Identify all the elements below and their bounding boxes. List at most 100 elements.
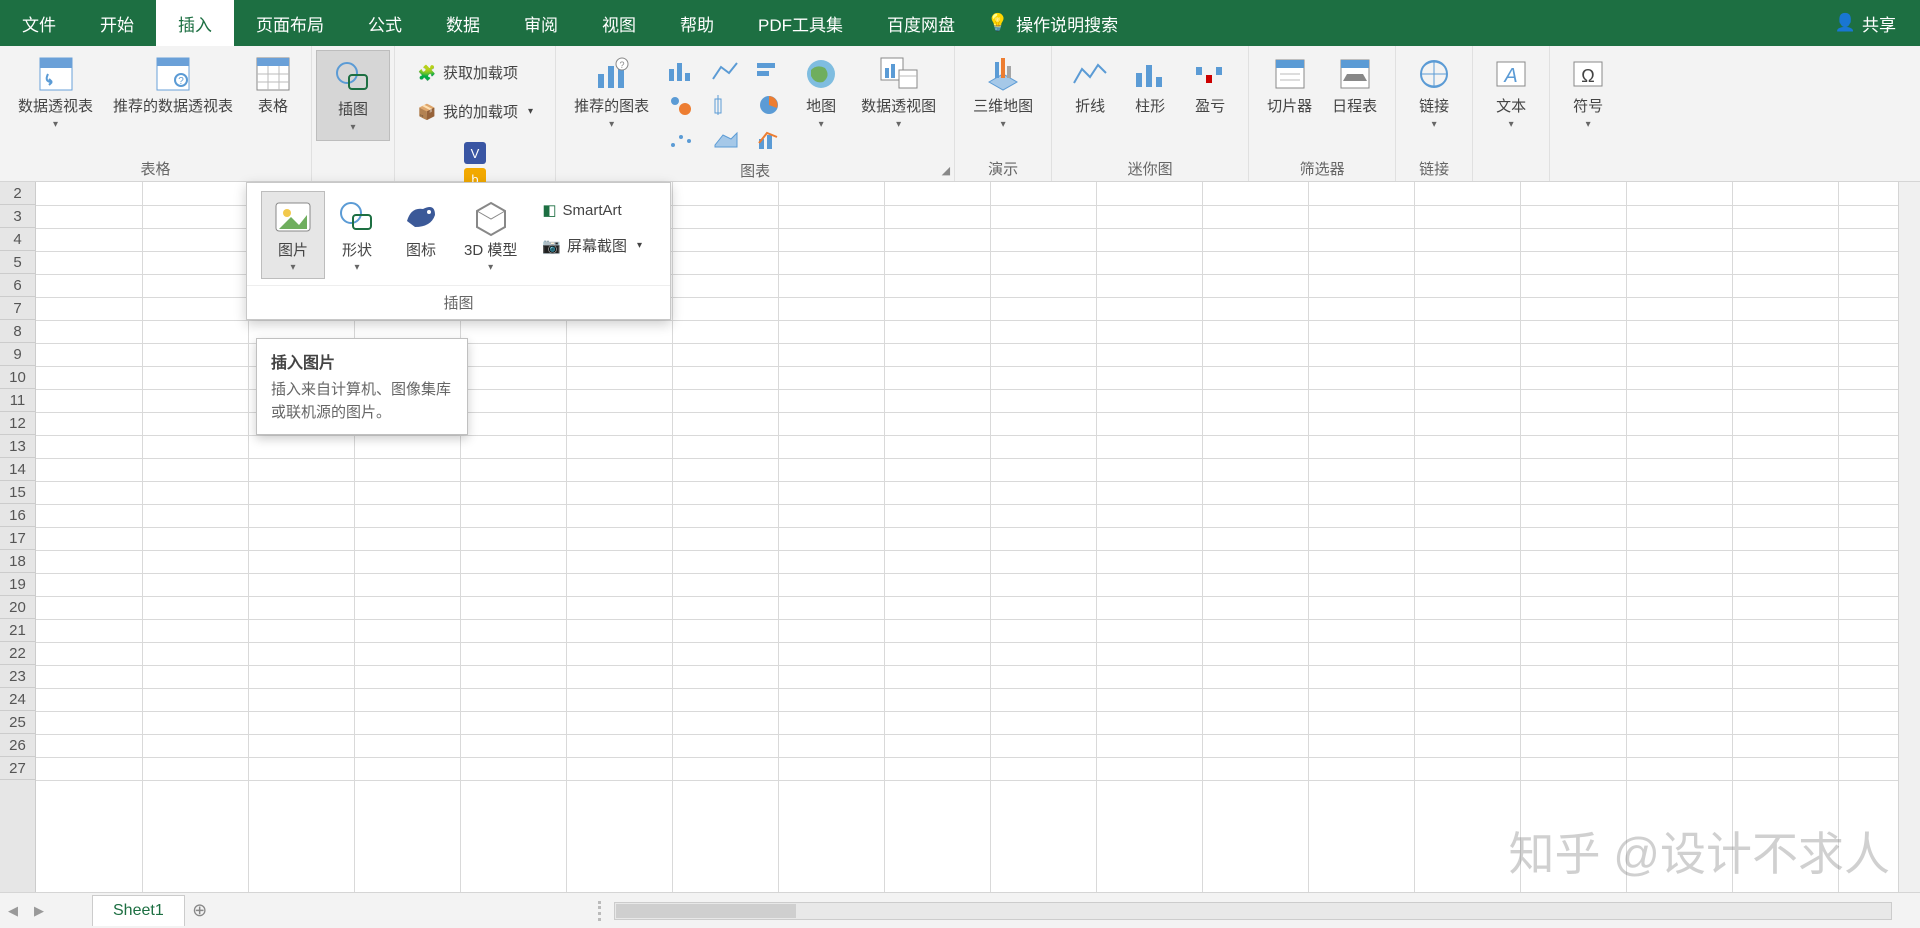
omega-icon: Ω — [1568, 54, 1608, 94]
textbox-icon: A — [1491, 54, 1531, 94]
tab-view[interactable]: 视图 — [580, 0, 658, 46]
row-header[interactable]: 21 — [0, 619, 35, 642]
maps-button[interactable]: 地图 — [791, 50, 851, 131]
sheet-tab-bar: ◀ ▶ Sheet1 ⊕ — [0, 892, 1920, 928]
sheet-nav-prev[interactable]: ◀ — [0, 903, 26, 919]
chart-statistic-button[interactable] — [703, 88, 747, 122]
picture-icon — [272, 196, 314, 238]
row-header[interactable]: 7 — [0, 297, 35, 320]
tab-formula[interactable]: 公式 — [346, 0, 424, 46]
chart-pie-button[interactable] — [747, 88, 791, 122]
table-button[interactable]: 表格 — [243, 50, 303, 117]
fly-icons-label: 图标 — [406, 242, 436, 260]
tab-help[interactable]: 帮助 — [658, 0, 736, 46]
pivot-label: 数据透视表 — [18, 98, 93, 117]
get-addins-button[interactable]: 🧩获取加载项 — [409, 58, 526, 87]
row-header[interactable]: 14 — [0, 458, 35, 481]
recpivot-label: 推荐的数据透视表 — [113, 98, 233, 117]
row-header[interactable]: 26 — [0, 734, 35, 757]
row-header[interactable]: 24 — [0, 688, 35, 711]
row-header[interactable]: 11 — [0, 389, 35, 412]
vertical-scrollbar[interactable] — [1898, 182, 1920, 892]
recommended-charts-button[interactable]: ? 推荐的图表 — [564, 50, 659, 131]
my-addins-button[interactable]: 📦我的加载项▾ — [409, 97, 541, 126]
slicer-button[interactable]: 切片器 — [1257, 50, 1322, 117]
tooltip-body: 插入来自计算机、图像集库或联机源的图片。 — [271, 379, 453, 424]
chart-combo-button[interactable] — [747, 122, 791, 156]
link-button[interactable]: 链接 — [1404, 50, 1464, 131]
pivot-table-button[interactable]: 数据透视表 — [8, 50, 103, 131]
row-header[interactable]: 10 — [0, 366, 35, 389]
tell-me-search[interactable]: 💡 操作说明搜索 — [987, 0, 1118, 46]
row-header[interactable]: 22 — [0, 642, 35, 665]
tab-review[interactable]: 审阅 — [502, 0, 580, 46]
group-charts-label: 图表 — [564, 156, 946, 183]
row-header[interactable]: 15 — [0, 481, 35, 504]
group-sparklines-label: 迷你图 — [1060, 154, 1240, 181]
row-header[interactable]: 12 — [0, 412, 35, 435]
tab-layout[interactable]: 页面布局 — [234, 0, 346, 46]
smartart-button[interactable]: ◧SmartArt — [536, 197, 648, 223]
row-header[interactable]: 3 — [0, 205, 35, 228]
group-illustrations: 插图 — [312, 46, 395, 181]
row-header[interactable]: 17 — [0, 527, 35, 550]
map-icon — [801, 54, 841, 94]
row-header[interactable]: 13 — [0, 435, 35, 458]
row-header[interactable]: 19 — [0, 573, 35, 596]
timeline-button[interactable]: 日程表 — [1322, 50, 1387, 117]
row-header[interactable]: 18 — [0, 550, 35, 573]
tab-baidu[interactable]: 百度网盘 — [865, 0, 977, 46]
horizontal-scrollbar[interactable] — [614, 902, 1892, 920]
row-header[interactable]: 27 — [0, 757, 35, 780]
illustrations-button[interactable]: 插图 — [316, 50, 390, 141]
sparkline-column-button[interactable]: 柱形 — [1120, 50, 1180, 117]
tab-pdf[interactable]: PDF工具集 — [736, 0, 865, 46]
chart-hierarchy-button[interactable] — [659, 88, 703, 122]
insert-picture-button[interactable]: 图片 — [261, 191, 325, 279]
sheet-nav-next[interactable]: ▶ — [26, 903, 52, 919]
screenshot-button[interactable]: 📷屏幕截图▾ — [536, 231, 648, 260]
chart-line-button[interactable] — [703, 54, 747, 88]
row-header[interactable]: 2 — [0, 182, 35, 205]
sparkline-winloss-button[interactable]: 盈亏 — [1180, 50, 1240, 117]
symbol-button[interactable]: Ω 符号 — [1558, 50, 1618, 131]
rec-charts-label: 推荐的图表 — [574, 98, 649, 117]
tab-file[interactable]: 文件 — [0, 0, 78, 46]
tab-insert[interactable]: 插入 — [156, 0, 234, 46]
chart-column-button[interactable] — [659, 54, 703, 88]
text-button[interactable]: A文本 — [1481, 50, 1541, 131]
group-symbols: Ω 符号 — [1550, 46, 1626, 181]
icons-button[interactable]: 图标 — [389, 191, 453, 279]
timeline-icon — [1335, 54, 1375, 94]
visio-icon[interactable]: V — [464, 142, 486, 164]
row-header[interactable]: 16 — [0, 504, 35, 527]
chart-surface-button[interactable] — [703, 122, 747, 156]
recommended-pivot-button[interactable]: ? 推荐的数据透视表 — [103, 50, 243, 117]
row-header[interactable]: 20 — [0, 596, 35, 619]
sheet-tab-active[interactable]: Sheet1 — [92, 895, 185, 926]
3d-map-button[interactable]: 三维地图 — [963, 50, 1043, 131]
row-header[interactable]: 4 — [0, 228, 35, 251]
chart-scatter-button[interactable] — [659, 122, 703, 156]
symbol-label: 符号 — [1573, 98, 1603, 117]
tab-home[interactable]: 开始 — [78, 0, 156, 46]
pivot-chart-label: 数据透视图 — [861, 98, 936, 117]
pivot-chart-button[interactable]: 数据透视图 — [851, 50, 946, 131]
sparkline-line-button[interactable]: 折线 — [1060, 50, 1120, 117]
pivot-chart-icon — [879, 54, 919, 94]
row-headers[interactable]: 2345678910111213141516171819202122232425… — [0, 182, 36, 892]
row-header[interactable]: 6 — [0, 274, 35, 297]
3d-models-button[interactable]: 3D 模型 — [453, 191, 528, 279]
charts-dialog-launcher[interactable]: ◢ — [942, 164, 950, 177]
row-header[interactable]: 8 — [0, 320, 35, 343]
shapes-button[interactable]: 形状 — [325, 191, 389, 279]
share-button[interactable]: 👤 共享 — [1811, 0, 1920, 46]
add-sheet-button[interactable]: ⊕ — [185, 900, 215, 921]
row-header[interactable]: 9 — [0, 343, 35, 366]
group-addins: 🧩获取加载项 📦我的加载项▾ V b 👤 加载项 — [395, 46, 556, 181]
row-header[interactable]: 5 — [0, 251, 35, 274]
row-header[interactable]: 25 — [0, 711, 35, 734]
row-header[interactable]: 23 — [0, 665, 35, 688]
chart-bar-button[interactable] — [747, 54, 791, 88]
tab-data[interactable]: 数据 — [424, 0, 502, 46]
